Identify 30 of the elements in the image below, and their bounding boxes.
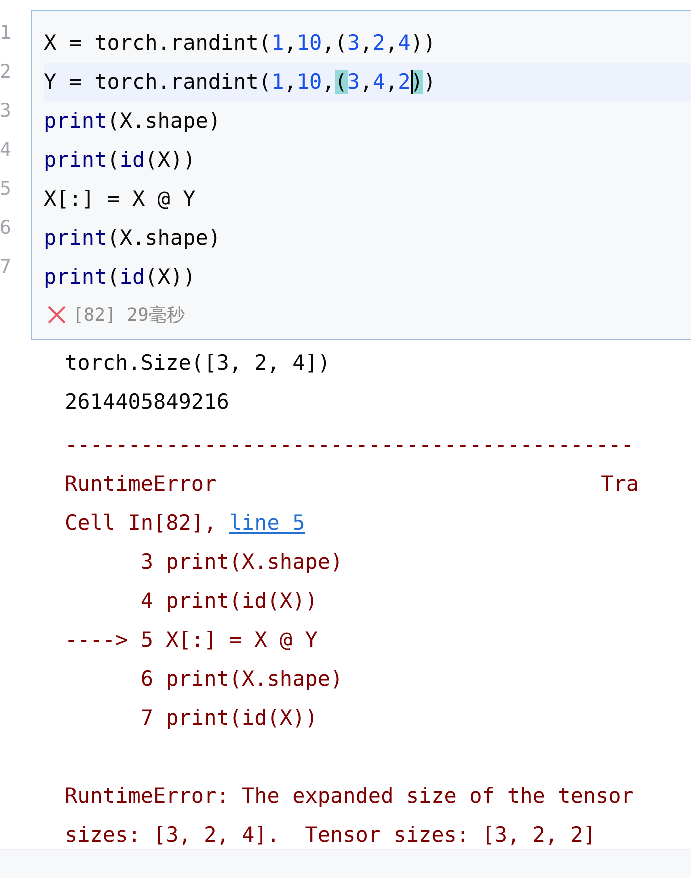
line-number: 6	[0, 216, 12, 241]
output-text: 7 print(id(X))	[140, 706, 318, 730]
code-line: print(id(X))	[44, 265, 196, 289]
output-text: 3 print(X.shape)	[140, 550, 344, 574]
code-line: print(X.shape)	[44, 109, 222, 133]
line-number: 7	[0, 255, 12, 280]
line-number: 2	[0, 60, 12, 85]
code-cell[interactable]: X = torch.randint(1,10,(3,2,4)) Y = torch.randint(1,10,(3,4,2)) print(X.shape) print(id(X)) X[:] = X @ Y print(X.shape) print(id(X)) [82] 29毫秒	[31, 10, 691, 340]
code-line: X[:] = X @ Y	[44, 187, 196, 211]
output-text: RuntimeError: The expanded size of the tensor	[65, 784, 634, 808]
output-text: torch.Size([3, 2, 4])	[65, 351, 331, 375]
line-number: 5	[0, 177, 12, 202]
line-link[interactable]: line 5	[229, 511, 306, 535]
output-text: 2614405849216	[65, 390, 230, 414]
output-text: 4 print(id(X))	[140, 589, 318, 613]
code-line: print(X.shape)	[44, 226, 222, 250]
line-number: 3	[0, 99, 12, 124]
code-line: print(id(X))	[44, 148, 196, 172]
error-name: RuntimeError	[65, 471, 218, 498]
output-text: sizes: [3, 2, 4]. Tensor sizes: [3, 2, 2]	[65, 823, 596, 847]
output-text: ----> 5 X[:] = X @ Y	[65, 628, 318, 652]
code-line: X = torch.randint(1,10,(3,2,4))	[44, 31, 436, 55]
output-text: 6 print(X.shape)	[140, 667, 344, 691]
separator-dashes: ---------------------------------------------	[65, 433, 634, 457]
execution-status: [82] 29毫秒	[73, 304, 185, 327]
output-text: Tra	[601, 471, 639, 498]
line-number: 1	[0, 21, 12, 46]
code-line: Y = torch.randint(1,10,(3,4,2))	[44, 70, 436, 94]
line-number: 4	[0, 138, 12, 163]
output-text: Cell In[82],	[65, 511, 218, 535]
